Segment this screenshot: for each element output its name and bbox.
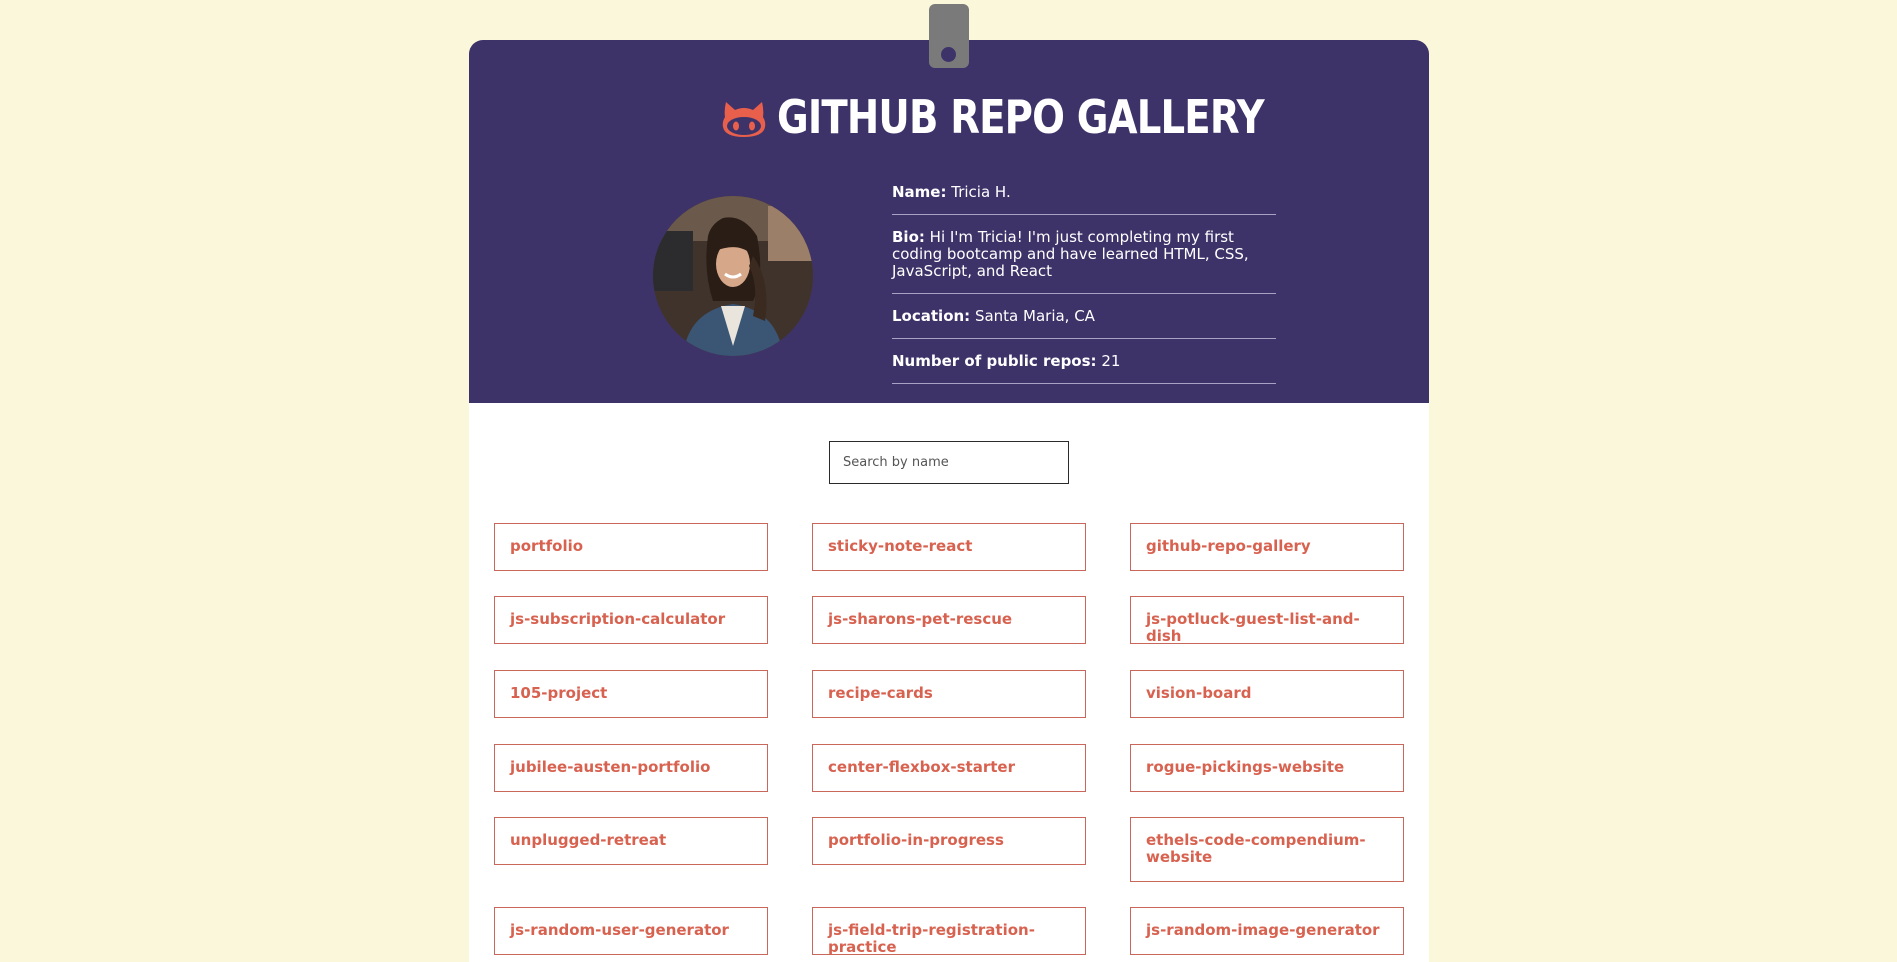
name-row: Name: Tricia H. [892,180,1276,215]
bio-label: Bio: [892,228,925,246]
bio-value: Hi I'm Tricia! I'm just completing my fi… [892,228,1249,280]
repo-item[interactable]: unplugged-retreat [494,817,768,865]
repo-item[interactable]: jubilee-austen-portfolio [494,744,768,792]
location-value: Santa Maria, CA [974,307,1095,325]
repo-count-value: 21 [1101,352,1121,370]
repo-item[interactable]: vision-board [1130,670,1404,718]
repo-item[interactable]: js-field-trip-registration-practice [812,907,1086,956]
repo-item[interactable]: js-subscription-calculator [494,596,768,644]
title-row: GITHUB REPO GALLERY [469,84,1429,150]
repo-item[interactable]: center-flexbox-starter [812,744,1086,792]
repo-item[interactable]: js-potluck-guest-list-and-dish [1130,596,1404,645]
repo-item[interactable]: recipe-cards [812,670,1086,718]
avatar [653,196,813,356]
repo-item[interactable]: js-random-image-generator [1130,907,1404,955]
repo-item[interactable]: ethels-code-compendium-website [1130,817,1404,882]
repo-count-label: Number of public repos: [892,352,1097,370]
repo-item[interactable]: github-repo-gallery [1130,523,1404,571]
repo-item[interactable]: rogue-pickings-website [1130,744,1404,792]
repo-item[interactable]: js-sharons-pet-rescue [812,596,1086,644]
repo-item[interactable]: portfolio-in-progress [812,817,1086,865]
name-value: Tricia H. [951,183,1011,201]
gallery-card: GITHUB REPO GALLERY Name: Tricia H. Bio:… [469,40,1429,962]
octocat-icon [722,102,765,137]
repo-item[interactable]: js-random-user-generator [494,907,768,955]
repo-item[interactable]: sticky-note-react [812,523,1086,571]
location-label: Location: [892,307,971,325]
profile-header: GITHUB REPO GALLERY Name: Tricia H. Bio:… [469,40,1429,403]
search-input[interactable] [829,441,1069,484]
repo-item[interactable]: portfolio [494,523,768,571]
location-row: Location: Santa Maria, CA [892,294,1276,339]
profile-info: Name: Tricia H. Bio: Hi I'm Tricia! I'm … [892,180,1276,384]
clip-hole [941,47,956,62]
bio-row: Bio: Hi I'm Tricia! I'm just completing … [892,215,1276,294]
page-title: GITHUB REPO GALLERY [776,90,1265,144]
avatar-photo [653,196,813,356]
repo-item[interactable]: 105-project [494,670,768,718]
name-label: Name: [892,183,947,201]
repo-count-row: Number of public repos: 21 [892,339,1276,384]
paper-clip [929,4,969,68]
